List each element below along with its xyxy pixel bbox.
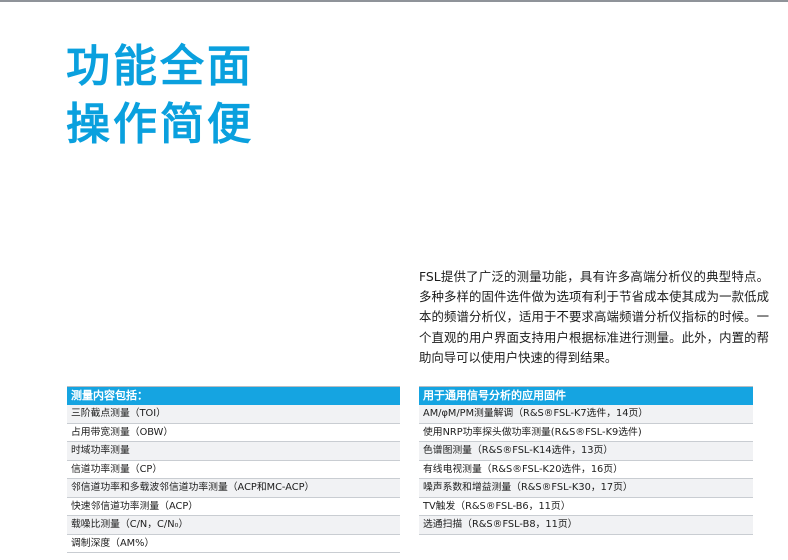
firmware-table-header: 用于通用信号分析的应用固件: [419, 387, 753, 405]
table-row: 载噪比测量（C/N，C/N₀）: [67, 516, 400, 535]
measurements-table: 测量内容包括： 三阶截点测量（TOI） 占用带宽测量（OBW） 时域功率测量 信…: [67, 386, 400, 553]
table-row: 快速邻信道功率测量（ACP）: [67, 497, 400, 516]
table-row: 时域功率测量: [67, 442, 400, 461]
brochure-page: 功能全面 操作简便 FSL提供了广泛的测量功能，具有许多高端分析仪的典型特点。多…: [0, 0, 788, 560]
table-row: 有线电视测量（R&S®FSL-K20选件，16页）: [419, 460, 753, 479]
firmware-table: 用于通用信号分析的应用固件 AM/φM/PM测量解调（R&S®FSL-K7选件，…: [419, 386, 753, 535]
table-row: 使用NRP功率探头做功率测量(R&S®FSL-K9选件): [419, 423, 753, 442]
table-row: 噪声系数和增益测量（R&S®FSL-K30，17页）: [419, 479, 753, 498]
headline-line-2: 操作简便: [66, 99, 254, 150]
top-divider: [0, 0, 788, 2]
table-row: AM/φM/PM测量解调（R&S®FSL-K7选件，14页）: [419, 405, 753, 424]
table-row: 色谱图测量（R&S®FSL-K14选件，13页）: [419, 442, 753, 461]
table-row: TV触发（R&S®FSL-B6，11页）: [419, 497, 753, 516]
intro-paragraph: FSL提供了广泛的测量功能，具有许多高端分析仪的典型特点。多种多样的固件选件做为…: [419, 269, 769, 365]
table-row: 信道功率测量（CP）: [67, 460, 400, 479]
firmware-table-body: AM/φM/PM测量解调（R&S®FSL-K7选件，14页） 使用NRP功率探头…: [419, 405, 753, 535]
table-row: 邻信道功率和多载波邻信道功率测量（ACP和MC-ACP）: [67, 479, 400, 498]
measurements-table-body: 三阶截点测量（TOI） 占用带宽测量（OBW） 时域功率测量 信道功率测量（CP…: [67, 405, 400, 553]
table-row: 三阶截点测量（TOI）: [67, 405, 400, 424]
table-row: 占用带宽测量（OBW）: [67, 423, 400, 442]
measurements-table-header: 测量内容包括：: [67, 387, 400, 405]
page-headline: 功能全面 操作简便: [66, 38, 254, 154]
headline-line-1: 功能全面: [66, 41, 254, 92]
table-row: 选通扫描（R&S®FSL-B8，11页）: [419, 516, 753, 535]
table-row: 调制深度（AM%）: [67, 534, 400, 553]
